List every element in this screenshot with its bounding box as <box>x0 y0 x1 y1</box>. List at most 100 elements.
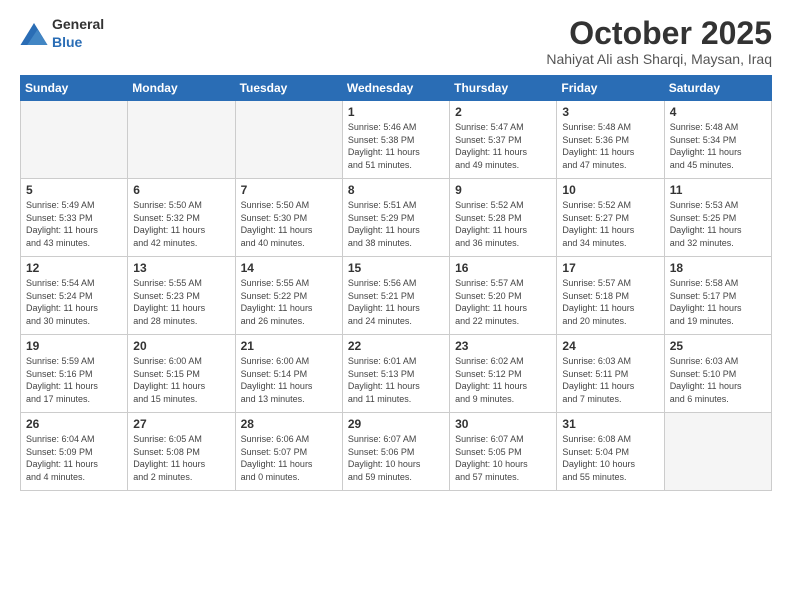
day-info: Sunrise: 6:04 AM Sunset: 5:09 PM Dayligh… <box>26 433 122 483</box>
calendar-day-cell: 10 Sunrise: 5:52 AM Sunset: 5:27 PM Dayli… <box>557 179 664 257</box>
day-number: 28 <box>241 417 337 431</box>
day-info: Sunrise: 5:48 AM Sunset: 5:34 PM Dayligh… <box>670 121 766 171</box>
calendar-day-cell: 13 Sunrise: 5:55 AM Sunset: 5:23 PM Dayli… <box>128 257 235 335</box>
day-number: 20 <box>133 339 229 353</box>
calendar-day-cell: 14 Sunrise: 5:55 AM Sunset: 5:22 PM Dayli… <box>235 257 342 335</box>
day-info: Sunrise: 6:07 AM Sunset: 5:05 PM Dayligh… <box>455 433 551 483</box>
calendar-day-cell: 19Sunrise: 5:59 AM Sunset: 5:16 PM Dayli… <box>21 335 128 413</box>
month-title: October 2025 <box>546 16 772 51</box>
day-number: 2 <box>455 105 551 119</box>
weekday-header: Thursday <box>450 76 557 101</box>
calendar-day-cell: 25 Sunrise: 6:03 AM Sunset: 5:10 PM Dayli… <box>664 335 771 413</box>
calendar-day-cell: 30Sunrise: 6:07 AM Sunset: 5:05 PM Dayli… <box>450 413 557 491</box>
weekday-header: Saturday <box>664 76 771 101</box>
day-number: 11 <box>670 183 766 197</box>
calendar-week-row: 19Sunrise: 5:59 AM Sunset: 5:16 PM Dayli… <box>21 335 772 413</box>
day-info: Sunrise: 5:46 AM Sunset: 5:38 PM Dayligh… <box>348 121 444 171</box>
day-info: Sunrise: 6:01 AM Sunset: 5:13 PM Dayligh… <box>348 355 444 405</box>
location-title: Nahiyat Ali ash Sharqi, Maysan, Iraq <box>546 51 772 67</box>
calendar-day-cell: 16Sunrise: 5:57 AM Sunset: 5:20 PM Dayli… <box>450 257 557 335</box>
day-number: 17 <box>562 261 658 275</box>
calendar-day-cell: 11 Sunrise: 5:53 AM Sunset: 5:25 PM Dayli… <box>664 179 771 257</box>
day-info: Sunrise: 5:55 AM Sunset: 5:23 PM Dayligh… <box>133 277 229 327</box>
logo-general: General <box>52 16 104 32</box>
day-info: Sunrise: 5:52 AM Sunset: 5:27 PM Dayligh… <box>562 199 658 249</box>
day-number: 25 <box>670 339 766 353</box>
calendar-table: SundayMondayTuesdayWednesdayThursdayFrid… <box>20 75 772 491</box>
day-number: 24 <box>562 339 658 353</box>
day-number: 6 <box>133 183 229 197</box>
weekday-header: Wednesday <box>342 76 449 101</box>
calendar-day-cell <box>21 101 128 179</box>
calendar-day-cell: 9Sunrise: 5:52 AM Sunset: 5:28 PM Daylig… <box>450 179 557 257</box>
day-info: Sunrise: 5:56 AM Sunset: 5:21 PM Dayligh… <box>348 277 444 327</box>
day-info: Sunrise: 6:03 AM Sunset: 5:10 PM Dayligh… <box>670 355 766 405</box>
day-info: Sunrise: 5:58 AM Sunset: 5:17 PM Dayligh… <box>670 277 766 327</box>
calendar-day-cell <box>128 101 235 179</box>
calendar-day-cell: 22 Sunrise: 6:01 AM Sunset: 5:13 PM Dayli… <box>342 335 449 413</box>
calendar-day-cell: 28 Sunrise: 6:06 AM Sunset: 5:07 PM Dayli… <box>235 413 342 491</box>
calendar-day-cell <box>664 413 771 491</box>
calendar-day-cell: 12 Sunrise: 5:54 AM Sunset: 5:24 PM Dayli… <box>21 257 128 335</box>
day-info: Sunrise: 6:07 AM Sunset: 5:06 PM Dayligh… <box>348 433 444 483</box>
weekday-header: Monday <box>128 76 235 101</box>
calendar-day-cell: 7 Sunrise: 5:50 AM Sunset: 5:30 PM Daylig… <box>235 179 342 257</box>
day-number: 26 <box>26 417 122 431</box>
day-info: Sunrise: 5:50 AM Sunset: 5:32 PM Dayligh… <box>133 199 229 249</box>
day-info: Sunrise: 6:05 AM Sunset: 5:08 PM Dayligh… <box>133 433 229 483</box>
calendar-day-cell: 3Sunrise: 5:48 AM Sunset: 5:36 PM Daylig… <box>557 101 664 179</box>
day-number: 31 <box>562 417 658 431</box>
day-number: 21 <box>241 339 337 353</box>
day-number: 18 <box>670 261 766 275</box>
day-info: Sunrise: 5:55 AM Sunset: 5:22 PM Dayligh… <box>241 277 337 327</box>
calendar-week-row: 1 Sunrise: 5:46 AM Sunset: 5:38 PM Daylig… <box>21 101 772 179</box>
weekday-header: Tuesday <box>235 76 342 101</box>
day-number: 27 <box>133 417 229 431</box>
calendar-day-cell <box>235 101 342 179</box>
day-info: Sunrise: 5:49 AM Sunset: 5:33 PM Dayligh… <box>26 199 122 249</box>
day-number: 9 <box>455 183 551 197</box>
day-info: Sunrise: 6:00 AM Sunset: 5:14 PM Dayligh… <box>241 355 337 405</box>
day-number: 1 <box>348 105 444 119</box>
logo-icon <box>20 23 48 45</box>
day-number: 14 <box>241 261 337 275</box>
calendar-day-cell: 6 Sunrise: 5:50 AM Sunset: 5:32 PM Daylig… <box>128 179 235 257</box>
weekday-header-row: SundayMondayTuesdayWednesdayThursdayFrid… <box>21 76 772 101</box>
logo-text: General Blue <box>52 16 104 52</box>
day-number: 15 <box>348 261 444 275</box>
logo-blue: Blue <box>52 34 82 50</box>
day-number: 13 <box>133 261 229 275</box>
logo: General Blue <box>20 16 104 52</box>
day-number: 10 <box>562 183 658 197</box>
day-info: Sunrise: 6:00 AM Sunset: 5:15 PM Dayligh… <box>133 355 229 405</box>
day-number: 4 <box>670 105 766 119</box>
title-block: October 2025 Nahiyat Ali ash Sharqi, May… <box>546 16 772 67</box>
day-number: 23 <box>455 339 551 353</box>
header: General Blue October 2025 Nahiyat Ali as… <box>20 16 772 67</box>
day-info: Sunrise: 6:08 AM Sunset: 5:04 PM Dayligh… <box>562 433 658 483</box>
day-info: Sunrise: 6:06 AM Sunset: 5:07 PM Dayligh… <box>241 433 337 483</box>
calendar-day-cell: 29Sunrise: 6:07 AM Sunset: 5:06 PM Dayli… <box>342 413 449 491</box>
calendar-day-cell: 27 Sunrise: 6:05 AM Sunset: 5:08 PM Dayli… <box>128 413 235 491</box>
calendar-day-cell: 31 Sunrise: 6:08 AM Sunset: 5:04 PM Dayli… <box>557 413 664 491</box>
day-info: Sunrise: 5:54 AM Sunset: 5:24 PM Dayligh… <box>26 277 122 327</box>
calendar-day-cell: 8Sunrise: 5:51 AM Sunset: 5:29 PM Daylig… <box>342 179 449 257</box>
day-number: 12 <box>26 261 122 275</box>
day-info: Sunrise: 5:47 AM Sunset: 5:37 PM Dayligh… <box>455 121 551 171</box>
calendar-day-cell: 20 Sunrise: 6:00 AM Sunset: 5:15 PM Dayli… <box>128 335 235 413</box>
day-number: 16 <box>455 261 551 275</box>
day-number: 8 <box>348 183 444 197</box>
calendar-day-cell: 2 Sunrise: 5:47 AM Sunset: 5:37 PM Daylig… <box>450 101 557 179</box>
calendar-week-row: 12 Sunrise: 5:54 AM Sunset: 5:24 PM Dayli… <box>21 257 772 335</box>
calendar-day-cell: 23Sunrise: 6:02 AM Sunset: 5:12 PM Dayli… <box>450 335 557 413</box>
day-info: Sunrise: 5:50 AM Sunset: 5:30 PM Dayligh… <box>241 199 337 249</box>
calendar-day-cell: 5Sunrise: 5:49 AM Sunset: 5:33 PM Daylig… <box>21 179 128 257</box>
day-number: 7 <box>241 183 337 197</box>
calendar-week-row: 26 Sunrise: 6:04 AM Sunset: 5:09 PM Dayli… <box>21 413 772 491</box>
day-number: 19 <box>26 339 122 353</box>
calendar-day-cell: 21 Sunrise: 6:00 AM Sunset: 5:14 PM Dayli… <box>235 335 342 413</box>
calendar-day-cell: 26 Sunrise: 6:04 AM Sunset: 5:09 PM Dayli… <box>21 413 128 491</box>
day-info: Sunrise: 5:53 AM Sunset: 5:25 PM Dayligh… <box>670 199 766 249</box>
calendar-day-cell: 1 Sunrise: 5:46 AM Sunset: 5:38 PM Daylig… <box>342 101 449 179</box>
day-number: 22 <box>348 339 444 353</box>
